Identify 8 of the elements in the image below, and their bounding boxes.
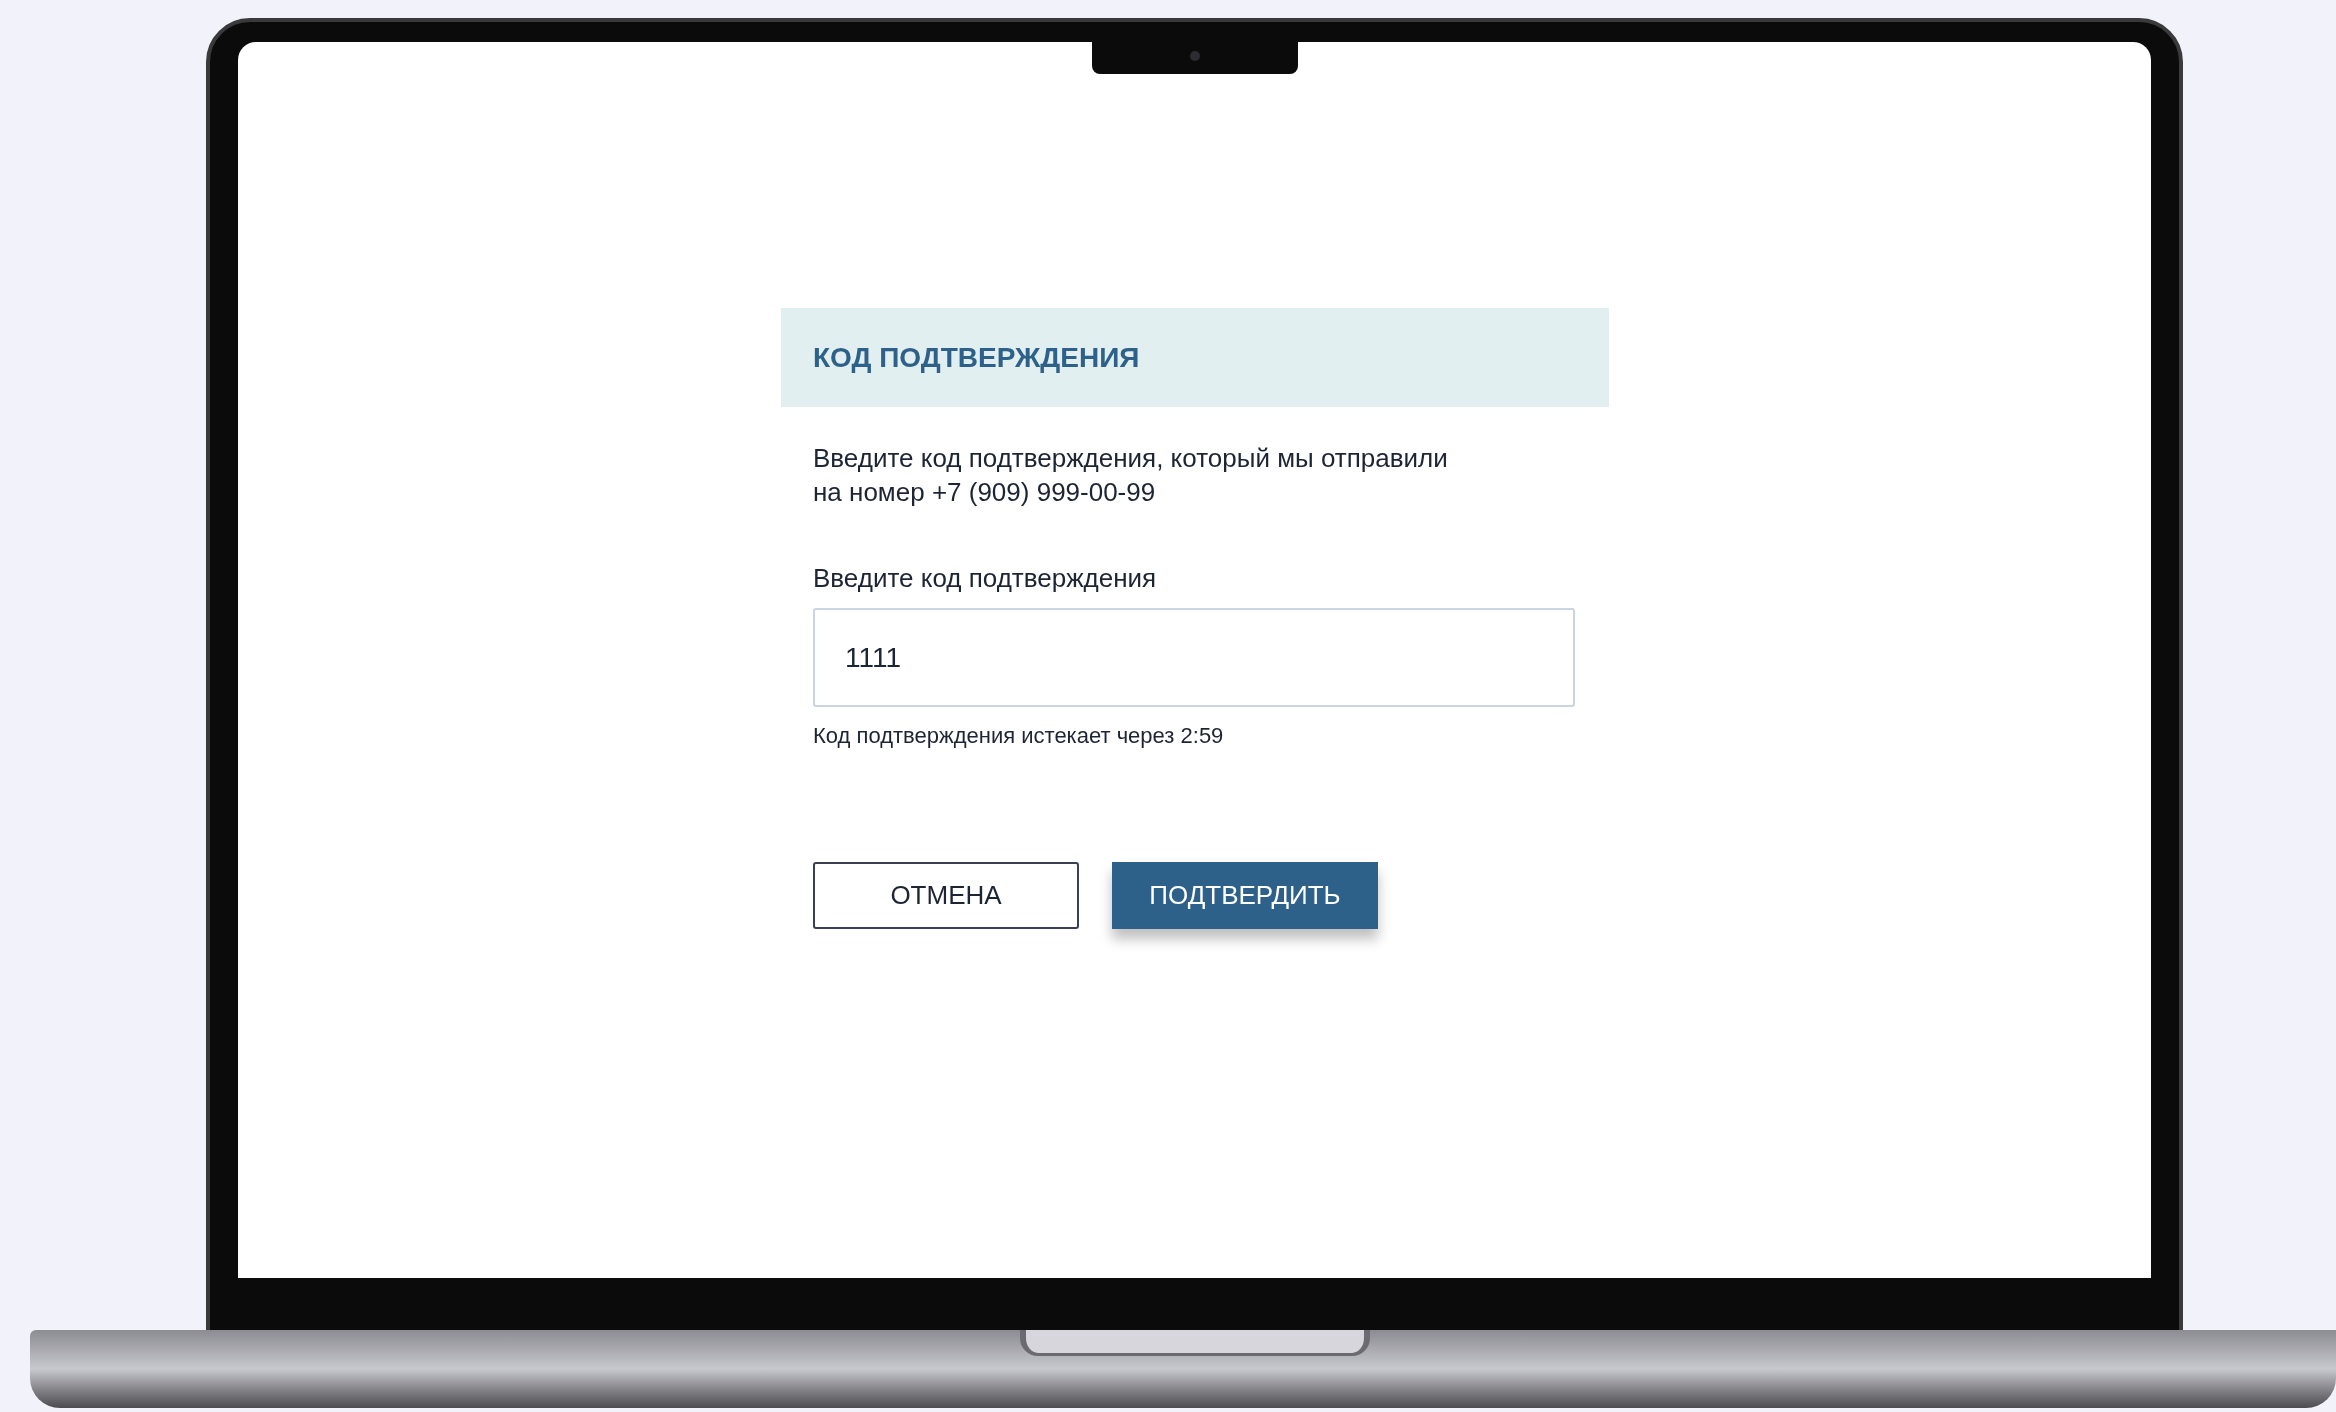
field-label: Введите код подтверждения bbox=[813, 562, 1158, 595]
dialog-title: КОД ПОДТВЕРЖДЕНИЯ bbox=[813, 340, 1140, 375]
instruction-text: Введите код подтверждения, который мы отправили на номер +7 (909) 999-00-99 bbox=[813, 442, 1449, 509]
confirm-button[interactable]: ПОДТВЕРДИТЬ bbox=[1112, 862, 1378, 929]
code-input-field[interactable]: 1111 bbox=[813, 608, 1575, 707]
expiry-hint: Код подтверждения истекает через 2:59 bbox=[813, 722, 1225, 750]
cancel-button[interactable]: ОТМЕНА bbox=[813, 862, 1079, 929]
camera-icon bbox=[1190, 51, 1200, 61]
